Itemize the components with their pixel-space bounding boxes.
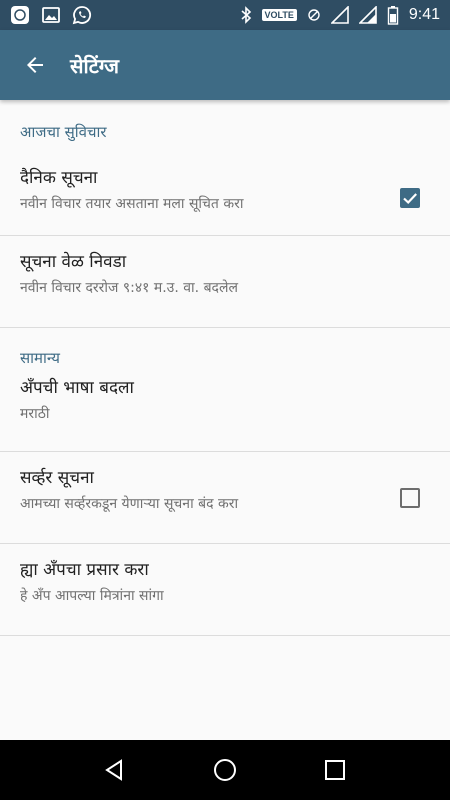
nav-back-button[interactable] bbox=[85, 740, 145, 800]
page-title: सेटिंग्ज bbox=[70, 53, 120, 78]
setting-title: सूचना वेळ निवडा bbox=[20, 252, 127, 272]
notification-time-setting[interactable]: सूचना वेळ निवडा नवीन विचार दररोज ९:४१ म.… bbox=[0, 236, 450, 328]
status-bar: VOLTE 9:41 bbox=[0, 0, 450, 30]
section-header-general: सामान्य bbox=[20, 349, 61, 367]
daily-notification-setting[interactable]: दैनिक सूचना नवीन विचार तयार असताना मला स… bbox=[0, 160, 450, 236]
setting-title: अँपची भाषा बदला bbox=[20, 378, 134, 398]
app-language-setting[interactable]: अँपची भाषा बदला मराठी bbox=[0, 376, 450, 452]
nav-recents-button[interactable] bbox=[305, 740, 365, 800]
setting-title: सर्व्हर सूचना bbox=[20, 468, 94, 488]
no-sim-icon bbox=[307, 8, 321, 22]
app-notification-icon bbox=[10, 5, 30, 25]
navigation-bar bbox=[0, 740, 450, 800]
circle-home-icon bbox=[214, 759, 236, 781]
server-notification-setting[interactable]: सर्व्हर सूचना आमच्या सर्व्हरकडून येणाऱ्य… bbox=[0, 452, 450, 544]
setting-title: दैनिक सूचना bbox=[20, 168, 98, 188]
nav-home-button[interactable] bbox=[195, 740, 255, 800]
battery-icon bbox=[387, 5, 399, 25]
setting-subtitle: आमच्या सर्व्हरकडून येणाऱ्या सूचना बंद कर… bbox=[20, 496, 239, 512]
share-app-setting[interactable]: ह्या अँपचा प्रसार करा हे अँप आपल्या मित्… bbox=[0, 544, 450, 636]
setting-subtitle: हे अँप आपल्या मित्रांना सांगा bbox=[20, 588, 164, 604]
settings-list: आजचा सुविचार दैनिक सूचना नवीन विचार तयार… bbox=[0, 100, 450, 740]
back-button[interactable] bbox=[0, 30, 70, 100]
notification-icons bbox=[10, 5, 92, 25]
section-header-daily-thought: आजचा सुविचार bbox=[20, 123, 107, 141]
signal-icon bbox=[330, 6, 349, 24]
setting-subtitle: नवीन विचार तयार असताना मला सूचित करा bbox=[20, 196, 244, 212]
server-notification-checkbox[interactable] bbox=[400, 487, 420, 508]
checkmark-icon bbox=[403, 192, 418, 204]
daily-notification-checkbox[interactable] bbox=[400, 187, 420, 208]
setting-title: ह्या अँपचा प्रसार करा bbox=[20, 560, 149, 580]
gallery-icon bbox=[42, 6, 60, 24]
arrow-back-icon bbox=[27, 57, 43, 73]
bluetooth-icon bbox=[240, 6, 252, 24]
signal-icon-2 bbox=[358, 6, 377, 24]
triangle-back-icon bbox=[105, 759, 122, 781]
system-icons: VOLTE 9:41 bbox=[240, 5, 440, 25]
clock: 9:41 bbox=[408, 6, 440, 23]
app-bar: सेटिंग्ज bbox=[0, 30, 450, 100]
volte-badge: VOLTE bbox=[261, 9, 297, 21]
setting-subtitle: नवीन विचार दररोज ९:४१ म.उ. वा. बदलेल bbox=[20, 280, 238, 296]
setting-subtitle: मराठी bbox=[20, 406, 50, 422]
square-recents-icon bbox=[325, 760, 345, 780]
whatsapp-icon bbox=[72, 5, 92, 25]
